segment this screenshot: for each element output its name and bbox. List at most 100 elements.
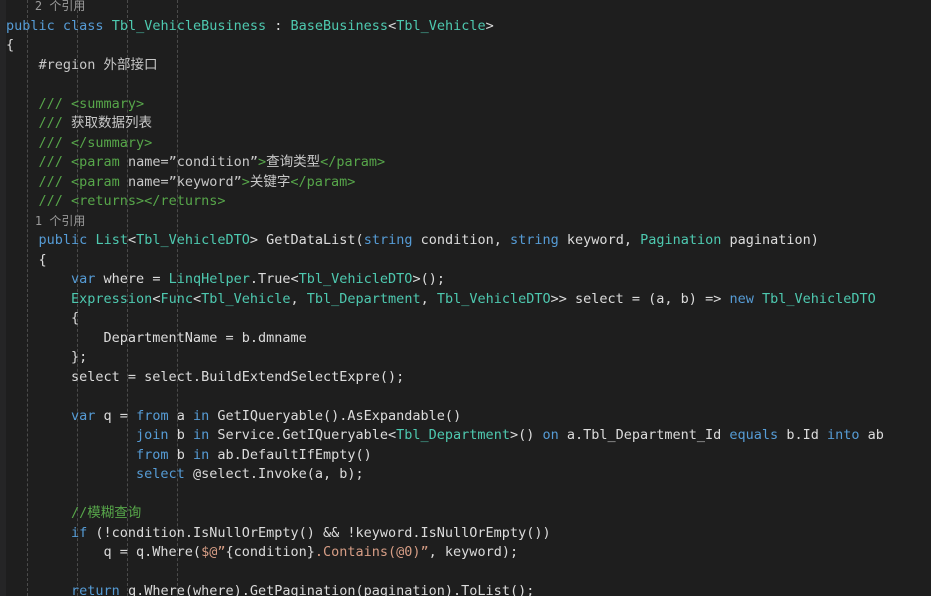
token-id-4: Service.GetIQueryable< bbox=[209, 427, 397, 443]
code-line-doc-summary-open[interactable]: /// <summary> bbox=[0, 95, 931, 115]
token-id-0 bbox=[6, 427, 136, 443]
token-id-0 bbox=[6, 583, 71, 596]
token-kw-1: from bbox=[136, 446, 169, 463]
token-id-2: (!condition.IsNullOrEmpty() && !keyword.… bbox=[87, 524, 551, 541]
token-cmt-1: <param bbox=[71, 154, 128, 170]
token-cmt-0: /// bbox=[6, 95, 72, 112]
code-line-obj-init-close[interactable]: }; bbox=[0, 348, 931, 368]
token-id-6: >(); bbox=[412, 271, 445, 287]
token-id-6: >() bbox=[509, 427, 543, 443]
token-id-0 bbox=[6, 447, 136, 463]
code-line-linq-from-default[interactable]: from b in ab.DefaultIfEmpty() bbox=[0, 446, 931, 466]
code-line-doc-param-keyword[interactable]: /// <param name=”keyword”>关键字</param> bbox=[0, 173, 931, 193]
code-line-expression-select[interactable]: Expression<Func<Tbl_Vehicle, Tbl_Departm… bbox=[0, 290, 931, 310]
code-line-linq-join[interactable]: join b in Service.GetIQueryable<Tbl_Depa… bbox=[0, 426, 931, 446]
token-id-8: condition, bbox=[412, 232, 511, 248]
code-line-linq-from[interactable]: var q = from a in GetIQueryable().AsExpa… bbox=[0, 407, 931, 427]
token-docattr-2: name=”condition” bbox=[127, 154, 258, 170]
token-id-4: < bbox=[192, 290, 202, 307]
code-line-method-open-brace[interactable]: { bbox=[0, 251, 931, 271]
token-cmt-5: </param> bbox=[320, 154, 386, 170]
code-line-doc-returns[interactable]: /// <returns></returns> bbox=[0, 192, 931, 212]
code-line-comment-fuzzy-query[interactable]: //模糊查询 bbox=[0, 504, 931, 524]
token-id-10: >> select = (a, b) => bbox=[550, 290, 730, 307]
token-id-4: .True< bbox=[249, 271, 299, 287]
token-kw-0: public bbox=[6, 17, 55, 34]
token-doctext-4: 查询类型 bbox=[266, 154, 321, 170]
token-typ-5: Tbl_Department bbox=[396, 427, 510, 443]
code-line-blank-4[interactable] bbox=[0, 563, 931, 583]
token-typ-4: Tbl_VehicleBusiness bbox=[111, 17, 267, 34]
token-cmt-1: </summary> bbox=[71, 134, 153, 151]
token-kw-1: join bbox=[136, 427, 169, 443]
token-kw-1: if bbox=[71, 524, 88, 541]
token-str-1: $@” bbox=[201, 544, 226, 560]
token-id-12: ab bbox=[859, 427, 884, 443]
token-cmt-0: /// bbox=[6, 173, 72, 190]
token-kw-1: public bbox=[38, 232, 88, 248]
code-editor[interactable]: 2 个引用 public class Tbl_VehicleBusiness : … bbox=[0, 0, 931, 596]
code-line-if-condition[interactable]: if (!condition.IsNullOrEmpty() && !keywo… bbox=[0, 524, 931, 544]
code-line-var-where[interactable]: var where = LinqHelper.True<Tbl_VehicleD… bbox=[0, 270, 931, 290]
token-id-10: b.Id bbox=[778, 427, 827, 443]
code-line-doc-summary-close[interactable]: /// </summary> bbox=[0, 134, 931, 154]
token-kw-9: string bbox=[510, 232, 559, 248]
codelens-reference-count[interactable]: 2 个引用 bbox=[6, 0, 85, 13]
token-kw-1: select bbox=[136, 466, 185, 482]
code-line-obj-init-open[interactable]: { bbox=[0, 309, 931, 329]
code-line-method-signature[interactable]: public List<Tbl_VehicleDTO> GetDataList(… bbox=[0, 231, 931, 251]
token-id-8: , bbox=[420, 290, 437, 307]
code-line-return-statement[interactable]: return q.Where(where).GetPagination(pagi… bbox=[0, 582, 931, 596]
code-surface[interactable]: 2 个引用 public class Tbl_VehicleBusiness : … bbox=[0, 0, 931, 596]
token-kw-2: class bbox=[62, 17, 104, 34]
token-id-0 bbox=[6, 525, 71, 541]
token-id-12 bbox=[754, 291, 762, 307]
code-line-blank-2[interactable] bbox=[0, 387, 931, 407]
token-id-2: b bbox=[168, 427, 193, 443]
code-line-blank-1[interactable] bbox=[0, 75, 931, 95]
codelens-reference-count[interactable]: 1 个引用 bbox=[6, 214, 85, 228]
token-id-6: , bbox=[290, 290, 307, 307]
token-typ-9: Tbl_VehicleDTO bbox=[436, 290, 551, 307]
token-id-4: ab.DefaultIfEmpty() bbox=[209, 446, 372, 463]
token-id-2: b bbox=[168, 446, 193, 463]
token-id-0: { bbox=[6, 37, 15, 53]
code-line-blank-3[interactable] bbox=[0, 485, 931, 505]
token-str-3: .Contains(@0)” bbox=[314, 544, 429, 560]
token-cmt-0: /// bbox=[6, 134, 72, 151]
code-line-doc-param-condition[interactable]: /// <param name=”condition”>查询类型</param> bbox=[0, 153, 931, 173]
token-doctext-1: 获取数据列表 bbox=[71, 115, 153, 131]
code-line-doc-summary-text[interactable]: /// 获取数据列表 bbox=[0, 114, 931, 134]
code-line-linq-select[interactable]: select @select.Invoke(a, b); bbox=[0, 465, 931, 485]
code-line-build-extend-select[interactable]: select = select.BuildExtendSelectExpre()… bbox=[0, 368, 931, 388]
token-id-6: GetIQueryable().AsExpandable() bbox=[209, 407, 462, 424]
token-id-2: q = bbox=[95, 407, 137, 424]
token-typ-3: Func bbox=[160, 290, 193, 307]
token-typ-3: List bbox=[95, 232, 128, 248]
code-line-codelens-method[interactable]: 1 个引用 bbox=[0, 212, 931, 232]
token-id-6: > GetDataList( bbox=[249, 232, 364, 248]
token-cmt-1: <returns></returns> bbox=[71, 193, 226, 209]
token-id-0: DepartmentName = b.dmname bbox=[6, 329, 307, 346]
token-strhole-2: {condition} bbox=[225, 544, 315, 560]
token-typ-7: Tbl_Department bbox=[306, 290, 421, 307]
code-line-region-directive[interactable]: #region 外部接口 bbox=[0, 56, 931, 76]
token-id-3 bbox=[104, 18, 112, 34]
code-line-class-open-brace[interactable]: { bbox=[0, 36, 931, 56]
code-line-obj-init-departmentname[interactable]: DepartmentName = b.dmname bbox=[0, 329, 931, 349]
code-line-codelens-class[interactable]: 2 个引用 bbox=[0, 0, 931, 17]
token-id-9: > bbox=[485, 17, 494, 34]
code-line-where-interpolated[interactable]: q = q.Where($@”{condition}.Contains(@0)”… bbox=[0, 543, 931, 563]
token-id-0: { bbox=[6, 310, 80, 326]
code-line-class-decl[interactable]: public class Tbl_VehicleBusiness : BaseB… bbox=[0, 17, 931, 37]
token-id-4: a bbox=[168, 407, 193, 424]
token-kw-1: var bbox=[71, 407, 96, 424]
token-id-0 bbox=[6, 271, 71, 287]
token-id-0: }; bbox=[6, 349, 88, 365]
token-cmt-5: </param> bbox=[290, 173, 356, 190]
token-typ-6: BaseBusiness bbox=[290, 17, 389, 34]
token-typ-3: LinqHelper bbox=[168, 271, 250, 287]
code-lines[interactable]: 2 个引用 public class Tbl_VehicleBusiness : … bbox=[0, 0, 931, 596]
token-id-7: < bbox=[388, 17, 397, 34]
token-kw-3: in bbox=[192, 446, 210, 463]
